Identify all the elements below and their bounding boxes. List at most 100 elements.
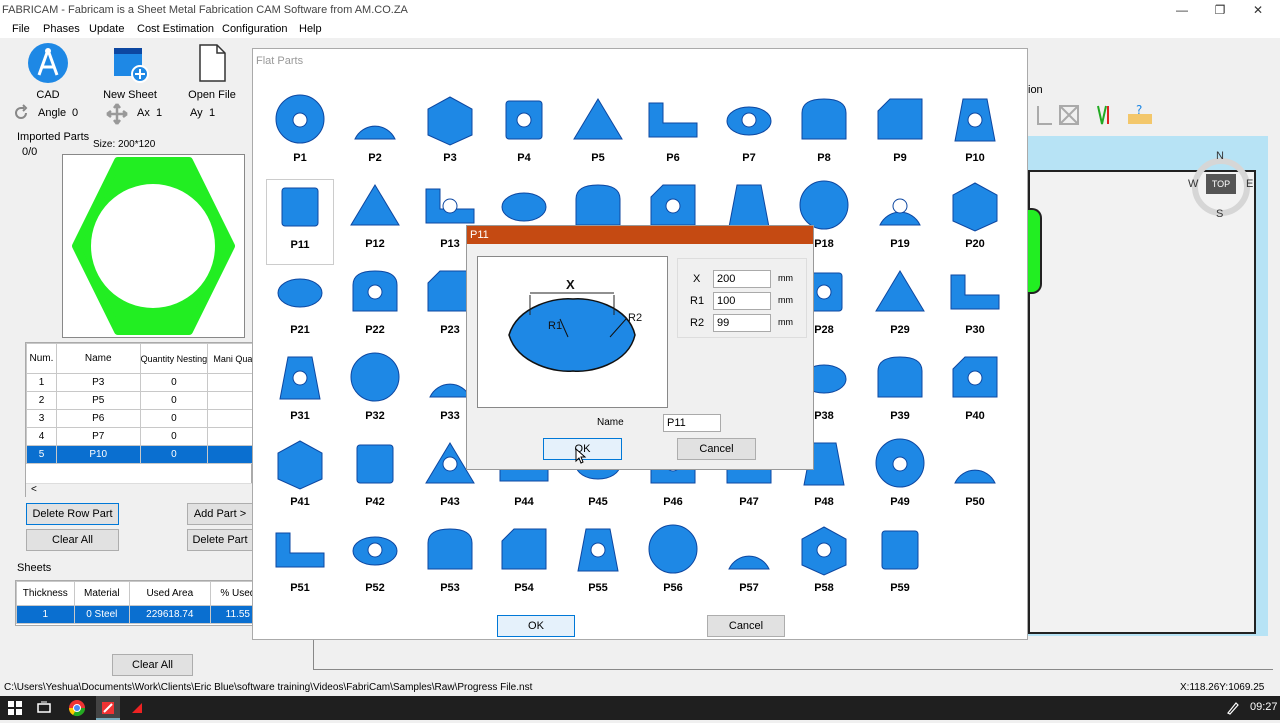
sheet-canvas[interactable]: [1028, 170, 1256, 634]
flat-part-label: P54: [514, 582, 534, 594]
flat-part-p50[interactable]: P50: [941, 437, 1009, 523]
cad-button[interactable]: CAD: [22, 42, 74, 101]
flat-part-p39[interactable]: P39: [866, 351, 934, 437]
flat-part-p53[interactable]: P53: [416, 523, 484, 609]
flat-part-p5[interactable]: P5: [564, 93, 632, 179]
flat-part-p10[interactable]: P10: [941, 93, 1009, 179]
delete-part-button[interactable]: Delete Part: [187, 529, 252, 551]
flat-part-p7[interactable]: P7: [715, 93, 783, 179]
flat-part-p9[interactable]: P9: [866, 93, 934, 179]
diagram-r1-label: R1: [548, 320, 562, 332]
task-view-icon[interactable]: [37, 701, 51, 715]
new-sheet-icon: [114, 48, 149, 83]
table-row-selected[interactable]: 5 P10 0: [26, 445, 266, 464]
menu-file[interactable]: File: [12, 23, 30, 35]
menu-phases[interactable]: Phases: [43, 23, 80, 35]
minimize-button[interactable]: —: [1162, 0, 1202, 20]
clear-all-parts-button[interactable]: Clear All: [26, 529, 119, 551]
flat-part-p32[interactable]: P32: [341, 351, 409, 437]
new-sheet-button[interactable]: New Sheet: [102, 42, 158, 101]
flat-part-p12[interactable]: P12: [341, 179, 409, 265]
flat-part-p41[interactable]: P41: [266, 437, 334, 523]
flat-part-p30[interactable]: P30: [941, 265, 1009, 351]
chrome-icon[interactable]: [68, 699, 86, 717]
flat-part-p2[interactable]: P2: [341, 93, 409, 179]
flat-part-p22[interactable]: P22: [341, 265, 409, 351]
move-icon[interactable]: [106, 103, 128, 125]
flat-part-shape-icon: [577, 528, 619, 572]
col-quantity-nesting[interactable]: Quantity Nesting: [139, 343, 209, 374]
add-part-button[interactable]: Add Part >: [187, 503, 252, 525]
flat-part-p49[interactable]: P49: [866, 437, 934, 523]
p11-cancel-button[interactable]: Cancel: [677, 438, 756, 460]
col-material[interactable]: Material: [73, 581, 130, 606]
delete-row-part-button[interactable]: Delete Row Part: [26, 503, 119, 525]
r2-input[interactable]: 99: [713, 314, 771, 332]
angle-label: Angle: [38, 107, 67, 119]
table-row[interactable]: 2 P5 0: [26, 391, 266, 410]
flat-part-p29[interactable]: P29: [866, 265, 934, 351]
x-input[interactable]: 200: [713, 270, 771, 288]
scroll-left-arrow[interactable]: <: [31, 484, 37, 495]
flat-part-p6[interactable]: P6: [639, 93, 707, 179]
top-view-button[interactable]: TOP: [1206, 174, 1236, 194]
flat-part-p51[interactable]: P51: [266, 523, 334, 609]
flat-part-label: P49: [890, 496, 910, 508]
menu-update[interactable]: Update: [89, 23, 124, 35]
clear-all-sheets-button[interactable]: Clear All: [112, 654, 193, 676]
flat-part-p3[interactable]: P3: [416, 93, 484, 179]
green-part-on-sheet[interactable]: [1028, 208, 1042, 294]
col-thickness[interactable]: Thickness: [16, 581, 75, 606]
col-used-area[interactable]: Used Area: [128, 581, 211, 606]
flat-part-p1[interactable]: P1: [266, 93, 334, 179]
view-compass[interactable]: N S W E TOP: [1188, 150, 1254, 220]
flat-part-p42[interactable]: P42: [341, 437, 409, 523]
flat-part-p57[interactable]: P57: [715, 523, 783, 609]
close-button[interactable]: ✕: [1238, 0, 1278, 20]
col-num[interactable]: Num.: [26, 343, 57, 374]
flat-part-p40[interactable]: P40: [941, 351, 1009, 437]
right-toolbar-icons[interactable]: ?: [1028, 102, 1158, 128]
taskbar-fabricam-button[interactable]: [96, 696, 120, 720]
flat-part-p59[interactable]: P59: [866, 523, 934, 609]
horizontal-scrollbar[interactable]: <: [26, 483, 252, 497]
flat-parts-ok-button[interactable]: OK: [497, 615, 575, 637]
menu-cost-estimation[interactable]: Cost Estimation: [137, 23, 214, 35]
flat-part-p54[interactable]: P54: [490, 523, 558, 609]
flat-part-p20[interactable]: P20: [941, 179, 1009, 265]
menu-help[interactable]: Help: [299, 23, 322, 35]
pen-tray-icon[interactable]: [1226, 701, 1240, 715]
ax-input[interactable]: 1: [152, 104, 184, 122]
flat-part-label: P12: [365, 238, 385, 250]
sheet-row-selected[interactable]: 1 0 Steel 229618.74 11.55: [16, 605, 267, 624]
flat-part-p4[interactable]: P4: [490, 93, 558, 179]
flat-part-p31[interactable]: P31: [266, 351, 334, 437]
name-input[interactable]: P11: [663, 414, 721, 432]
flat-part-p19[interactable]: P19: [866, 179, 934, 265]
menu-configuration[interactable]: Configuration: [222, 23, 287, 35]
flat-part-p56[interactable]: P56: [639, 523, 707, 609]
flat-part-p52[interactable]: P52: [341, 523, 409, 609]
table-row[interactable]: 1 P3 0: [26, 373, 266, 392]
ay-label: Ay: [190, 107, 203, 119]
windows-start-icon[interactable]: [8, 701, 22, 715]
ay-input[interactable]: 1: [205, 104, 241, 122]
table-row[interactable]: 3 P6 0: [26, 409, 266, 428]
flat-part-p21[interactable]: P21: [266, 265, 334, 351]
flat-part-p58[interactable]: P58: [790, 523, 858, 609]
flat-parts-cancel-button[interactable]: Cancel: [707, 615, 785, 637]
flat-part-p8[interactable]: P8: [790, 93, 858, 179]
ax-label: Ax: [137, 107, 150, 119]
rotate-icon[interactable]: [12, 104, 30, 122]
maximize-button[interactable]: ❐: [1200, 0, 1240, 20]
flat-part-label: P39: [890, 410, 910, 422]
table-row[interactable]: 4 P7 0: [26, 427, 266, 446]
r1-input[interactable]: 100: [713, 292, 771, 310]
flat-part-p11[interactable]: P11: [266, 179, 334, 265]
flat-part-p55[interactable]: P55: [564, 523, 632, 609]
nesting-canvas-area[interactable]: N S W E TOP: [1028, 136, 1268, 636]
angle-input[interactable]: 0: [68, 104, 100, 122]
col-name[interactable]: Name: [55, 343, 141, 374]
open-file-button[interactable]: Open File: [186, 42, 238, 101]
red-app-icon[interactable]: [130, 701, 144, 715]
